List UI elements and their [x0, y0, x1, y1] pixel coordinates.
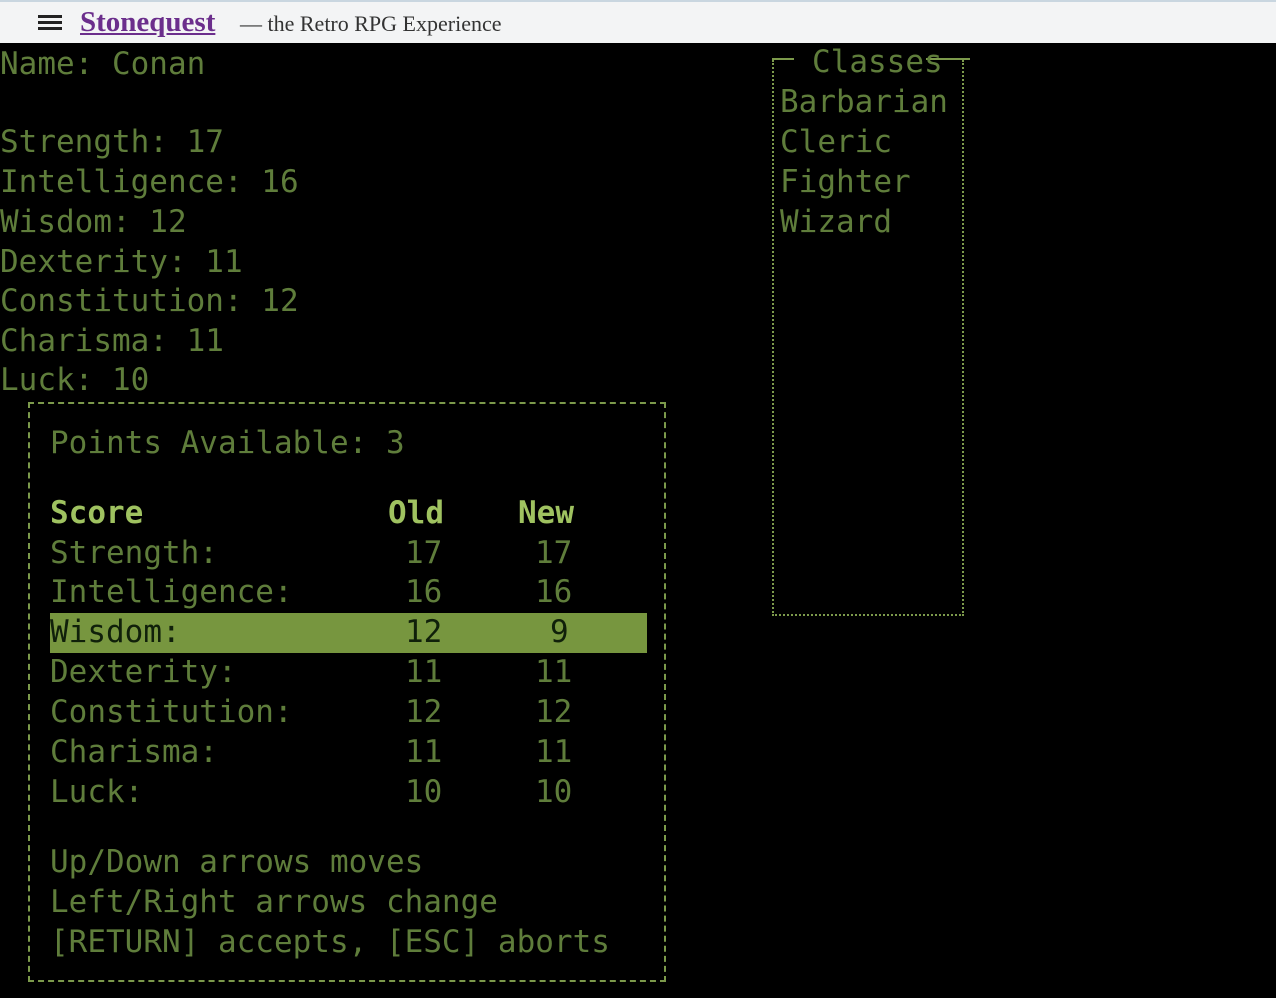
score-row-name[interactable]: Intelligence: — [50, 572, 293, 612]
stat-strength: Strength: 17 — [0, 124, 224, 160]
hamburger-menu-icon[interactable] — [38, 14, 62, 32]
stat-luck: Luck: 10 — [0, 362, 150, 398]
score-row-old: 12 — [405, 694, 443, 730]
score-row-old: 11 — [405, 654, 443, 690]
classes-title: Classes — [812, 44, 943, 80]
score-row-name-selected[interactable]: Wisdom: — [50, 612, 181, 652]
column-header-old: Old — [388, 495, 444, 531]
stat-charisma: Charisma: 11 — [0, 323, 224, 359]
class-item-barbarian[interactable]: Barbarian — [780, 82, 948, 122]
score-row-new[interactable]: 17 — [535, 533, 572, 573]
help-text-line: Left/Right arrows change — [50, 884, 498, 920]
score-row-name[interactable]: Strength: — [50, 533, 218, 573]
score-row-old-selected: 12 — [405, 614, 443, 650]
help-text-line: Up/Down arrows moves — [50, 844, 424, 880]
score-row-name[interactable]: Dexterity: — [50, 652, 237, 692]
points-available: Points Available: 3 — [50, 425, 405, 461]
score-row-new[interactable]: 11 — [535, 732, 572, 772]
character-name: Name: Conan — [0, 46, 206, 82]
score-row-new-selected[interactable]: 9 — [550, 612, 569, 652]
score-row-old: 16 — [405, 574, 443, 610]
class-item-cleric[interactable]: Cleric — [780, 122, 892, 162]
score-row-name[interactable]: Constitution: — [50, 692, 293, 732]
score-row-name[interactable]: Charisma: — [50, 732, 218, 772]
class-item-fighter[interactable]: Fighter — [780, 162, 911, 202]
column-header-score: Score — [50, 495, 144, 531]
score-row-new[interactable]: 10 — [535, 772, 572, 812]
stat-constitution: Constitution: 12 — [0, 283, 299, 319]
class-item-wizard[interactable]: Wizard — [780, 202, 892, 242]
top-bar: Stonequest — the Retro RPG Experience — [0, 0, 1276, 43]
score-row-old: 10 — [405, 774, 443, 810]
help-text-line: [RETURN] accepts, [ESC] aborts — [50, 924, 610, 960]
score-row-new[interactable]: 11 — [535, 652, 572, 692]
score-row-new[interactable]: 16 — [535, 572, 572, 612]
score-row-new[interactable]: 12 — [535, 692, 572, 732]
site-title-link[interactable]: Stonequest — [80, 6, 215, 39]
score-row-old: 17 — [405, 535, 443, 571]
stat-wisdom: Wisdom: 12 — [0, 204, 187, 240]
column-header-new: New — [518, 495, 574, 531]
score-row-old: 11 — [405, 734, 443, 770]
score-row-name[interactable]: Luck: — [50, 772, 143, 812]
stat-dexterity: Dexterity: 11 — [0, 244, 243, 280]
site-tagline: — the Retro RPG Experience — [240, 11, 502, 36]
stat-intelligence: Intelligence: 16 — [0, 164, 299, 200]
